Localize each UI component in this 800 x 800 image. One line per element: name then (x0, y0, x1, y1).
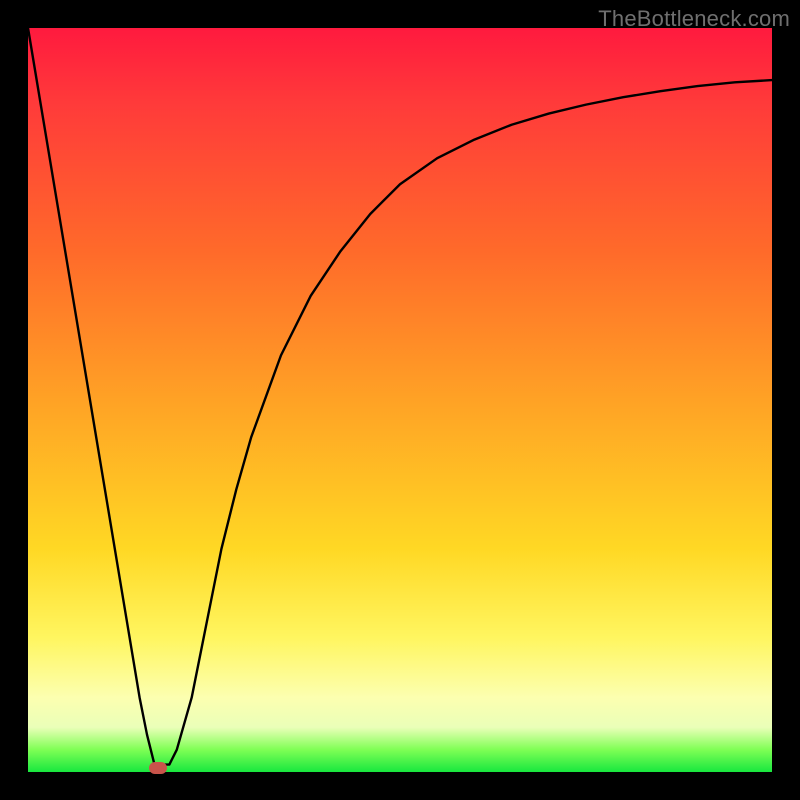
bottleneck-curve (28, 28, 772, 772)
chart-frame: TheBottleneck.com (0, 0, 800, 800)
curve-path (28, 28, 772, 765)
plot-area (28, 28, 772, 772)
minimum-marker (149, 762, 167, 774)
